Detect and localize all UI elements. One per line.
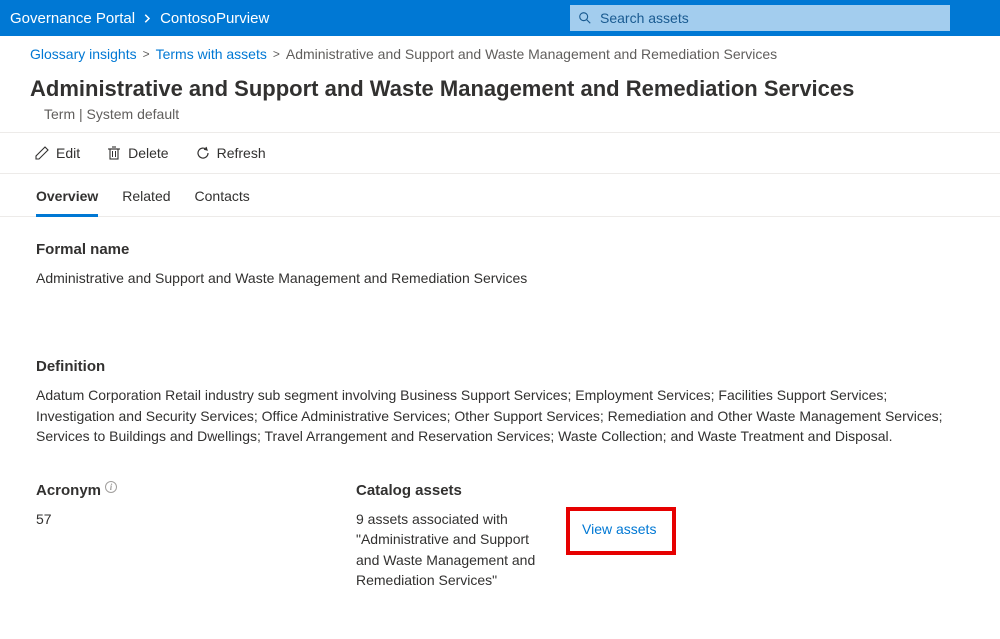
tab-overview[interactable]: Overview xyxy=(36,184,98,217)
acronym-value: 57 xyxy=(36,509,296,529)
toolbar: Edit Delete Refresh xyxy=(0,133,1000,174)
edit-button[interactable]: Edit xyxy=(30,143,84,163)
tabs: Overview Related Contacts xyxy=(0,174,1000,217)
top-header: Governance Portal ContosoPurview xyxy=(0,0,1000,36)
delete-button[interactable]: Delete xyxy=(102,143,172,163)
chevron-right-icon: > xyxy=(273,47,280,61)
edit-label: Edit xyxy=(56,145,80,161)
definition-title: Definition xyxy=(36,358,964,375)
highlight-annotation: View assets xyxy=(566,507,676,555)
acronym-title: Acronym i xyxy=(36,482,296,499)
formal-name-title: Formal name xyxy=(36,241,964,258)
page-subtitle: Term | System default xyxy=(30,106,970,122)
refresh-label: Refresh xyxy=(217,145,266,161)
breadcrumb: Glossary insights > Terms with assets > … xyxy=(0,36,1000,72)
delete-label: Delete xyxy=(128,145,168,161)
definition-section: Definition Adatum Corporation Retail ind… xyxy=(36,358,964,446)
formal-name-section: Formal name Administrative and Support a… xyxy=(36,241,964,288)
chevron-right-icon: > xyxy=(143,47,150,61)
tab-contacts[interactable]: Contacts xyxy=(195,184,250,217)
pencil-icon xyxy=(34,145,50,161)
chevron-right-icon xyxy=(143,14,152,23)
catalog-assets-title: Catalog assets xyxy=(356,482,696,499)
search-container xyxy=(570,5,950,31)
refresh-button[interactable]: Refresh xyxy=(191,143,270,163)
breadcrumb-link-terms-with-assets[interactable]: Terms with assets xyxy=(156,46,267,62)
trash-icon xyxy=(106,145,122,161)
acronym-section: Acronym i 57 xyxy=(36,482,296,590)
search-icon xyxy=(578,11,592,25)
page-header: Administrative and Support and Waste Man… xyxy=(0,72,1000,133)
details-row: Acronym i 57 Catalog assets 9 assets ass… xyxy=(36,482,964,590)
page-title: Administrative and Support and Waste Man… xyxy=(30,76,970,102)
definition-value: Adatum Corporation Retail industry sub s… xyxy=(36,385,964,446)
catalog-assets-section: Catalog assets 9 assets associated with … xyxy=(356,482,696,590)
breadcrumb-link-glossary-insights[interactable]: Glossary insights xyxy=(30,46,137,62)
tab-related[interactable]: Related xyxy=(122,184,170,217)
catalog-assets-description: 9 assets associated with "Administrative… xyxy=(356,509,546,590)
portal-name[interactable]: Governance Portal xyxy=(10,10,135,27)
formal-name-value: Administrative and Support and Waste Man… xyxy=(36,268,964,288)
refresh-icon xyxy=(195,145,211,161)
content-area: Formal name Administrative and Support a… xyxy=(0,217,1000,614)
workspace-name[interactable]: ContosoPurview xyxy=(160,10,269,27)
breadcrumb-current: Administrative and Support and Waste Man… xyxy=(286,46,777,62)
search-input[interactable] xyxy=(570,5,950,31)
view-assets-link[interactable]: View assets xyxy=(582,521,656,537)
info-icon[interactable]: i xyxy=(105,481,117,493)
